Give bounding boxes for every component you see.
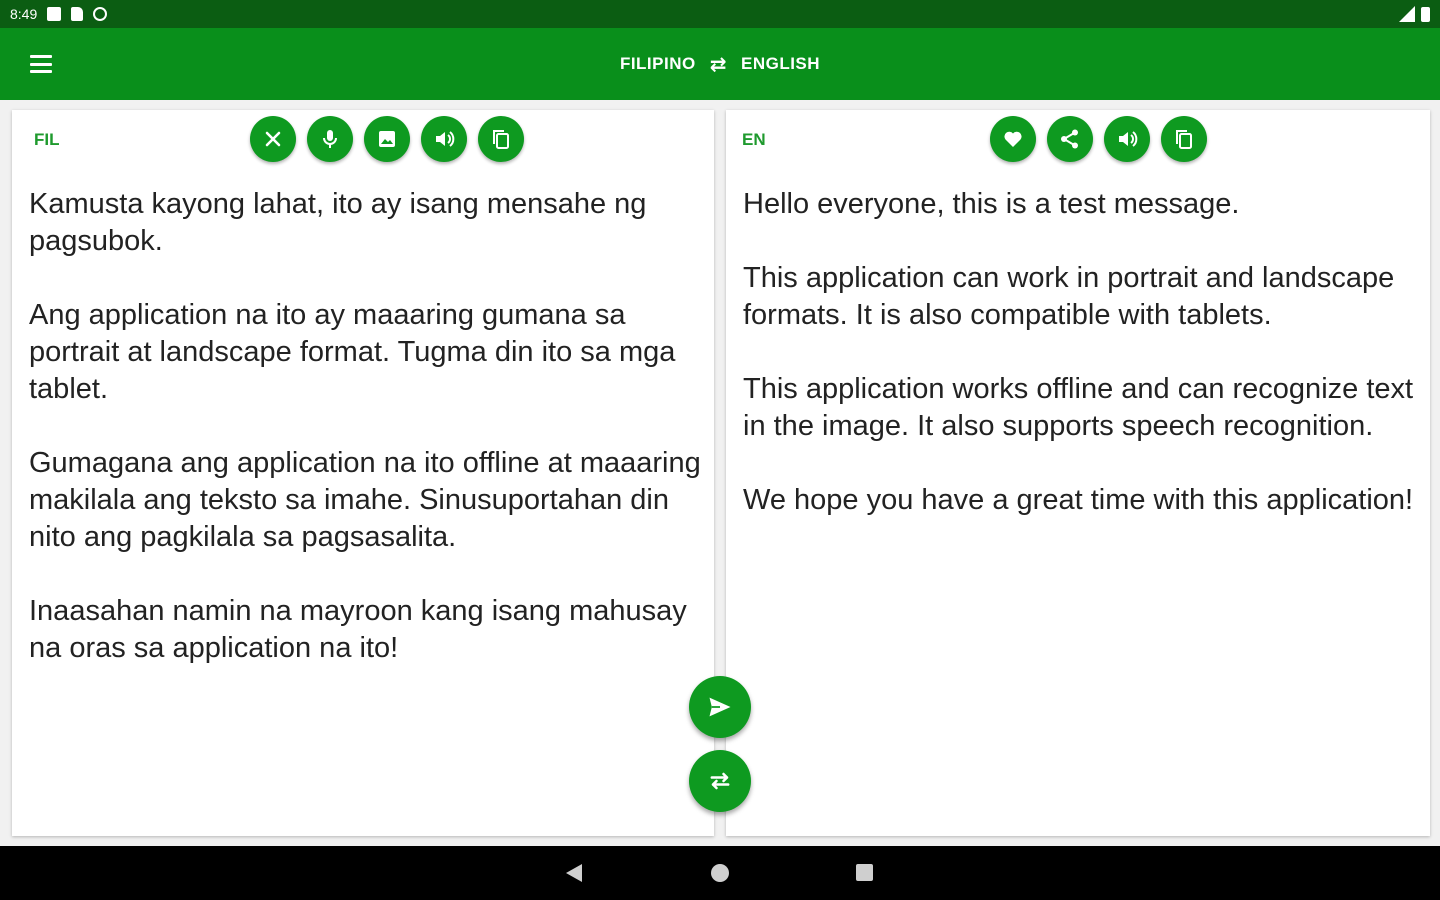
status-left: 8:49 (10, 6, 108, 22)
send-icon (709, 697, 731, 717)
target-language-label[interactable]: ENGLISH (741, 54, 820, 74)
translate-button[interactable] (689, 676, 751, 738)
share-icon[interactable] (1047, 116, 1093, 162)
app-bar: FILIPINO ⇄ ENGLISH (0, 28, 1440, 100)
translated-text: Hello everyone, this is a test message. … (743, 188, 1414, 516)
sd-card-icon (71, 7, 84, 21)
notification-icon (47, 7, 62, 21)
copy-icon[interactable] (478, 116, 524, 162)
back-icon[interactable] (566, 864, 582, 882)
source-language-code: FIL (34, 130, 60, 149)
clear-icon[interactable] (250, 116, 296, 162)
source-toolbar (250, 116, 524, 162)
copy-icon[interactable] (1161, 116, 1207, 162)
status-time: 8:49 (10, 6, 38, 22)
swap-languages-button[interactable] (689, 750, 751, 812)
menu-icon[interactable] (28, 52, 54, 76)
source-text[interactable]: Kamusta kayong lahat, ito ay isang mensa… (29, 186, 709, 667)
home-icon[interactable] (711, 864, 729, 882)
favorite-icon[interactable] (990, 116, 1036, 162)
target-toolbar (990, 116, 1207, 162)
status-right (1399, 6, 1430, 22)
source-panel: FIL Kamusta kayong lahat, ito ay isang m… (12, 110, 714, 836)
speaker-icon[interactable] (421, 116, 467, 162)
status-bar: 8:49 (0, 0, 1440, 28)
navigation-bar (0, 846, 1440, 900)
language-switcher: FILIPINO ⇄ ENGLISH (0, 28, 1440, 100)
recents-icon[interactable] (856, 864, 873, 881)
source-language-label[interactable]: FILIPINO (620, 54, 696, 74)
signal-icon (1399, 6, 1415, 22)
sync-icon (93, 7, 108, 21)
image-icon[interactable] (364, 116, 410, 162)
swap-arrows-icon[interactable]: ⇄ (710, 52, 727, 77)
speaker-icon[interactable] (1104, 116, 1150, 162)
target-language-code: EN (742, 130, 766, 149)
mic-icon[interactable] (307, 116, 353, 162)
target-panel: EN Hello everyone, this is a test messag… (726, 110, 1430, 836)
battery-icon (1421, 6, 1430, 22)
swap-icon (710, 772, 730, 790)
